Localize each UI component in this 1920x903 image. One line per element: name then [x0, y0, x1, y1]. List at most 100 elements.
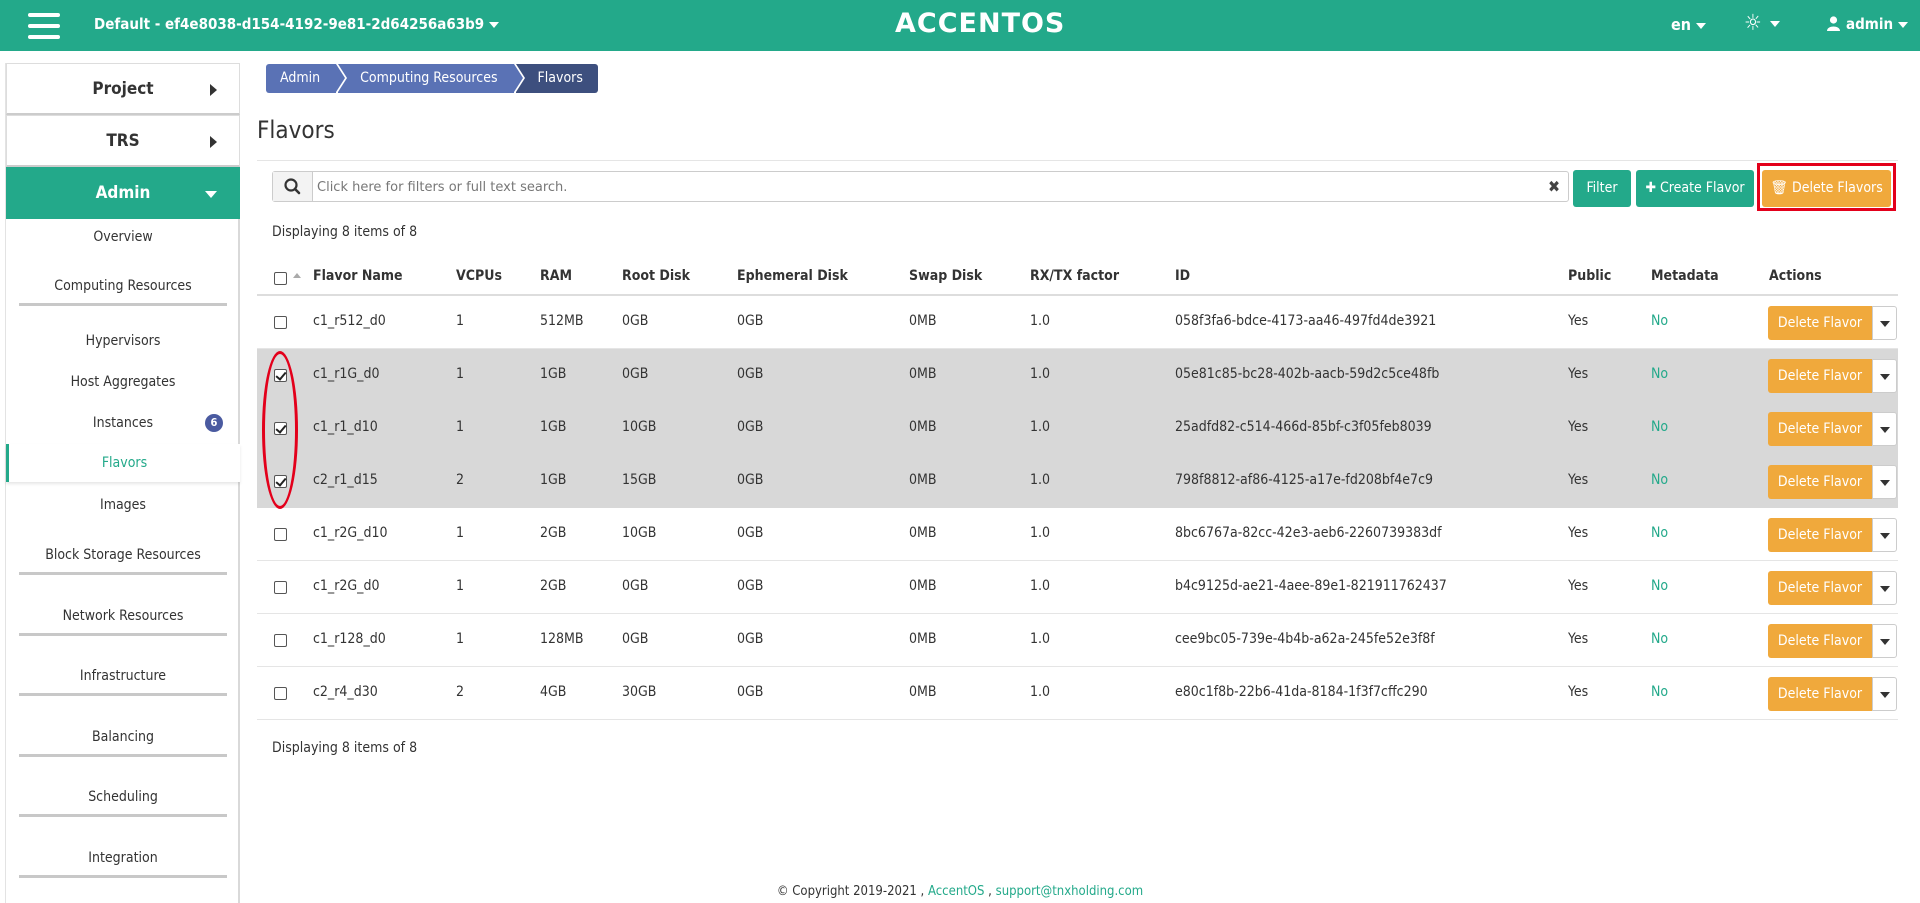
cell-rxtx-factor: 1.0: [1030, 472, 1051, 488]
sidebar-item-flavors[interactable]: Flavors: [6, 444, 240, 482]
sidebar-item-images[interactable]: Images: [6, 497, 240, 513]
cell-ram: 4GB: [540, 684, 567, 700]
brand-link[interactable]: AccentOS: [928, 884, 984, 899]
display-count-top: Displaying 8 items of 8: [272, 224, 418, 240]
cell-rxtx-factor: 1.0: [1030, 313, 1051, 329]
col-vcpus[interactable]: VCPUs: [456, 268, 502, 284]
cell-metadata[interactable]: No: [1651, 419, 1668, 435]
cell-vcpus: 1: [456, 366, 465, 382]
row-actions-dropdown-toggle[interactable]: [1872, 465, 1897, 499]
delete-flavor-button[interactable]: Delete Flavor: [1768, 359, 1872, 393]
row-actions-dropdown-toggle[interactable]: [1872, 677, 1897, 711]
table-row[interactable]: c1_r2G_d10 1 2GB 10GB 0GB 0MB 1.0 8bc6767a-82cc…: [257, 508, 1898, 561]
cell-flavor-name[interactable]: c1_r512_d0: [313, 313, 386, 329]
delete-flavor-button[interactable]: Delete Flavor: [1768, 624, 1872, 658]
search-icon[interactable]: [273, 172, 313, 201]
menu-icon[interactable]: [28, 13, 60, 39]
cell-metadata[interactable]: No: [1651, 684, 1668, 700]
support-email-link[interactable]: support@tnxholding.com: [996, 884, 1144, 899]
col-root-disk[interactable]: Root Disk: [622, 268, 690, 284]
cell-ephemeral-disk: 0GB: [737, 313, 764, 329]
cell-flavor-name[interactable]: c1_r1_d10: [313, 419, 378, 435]
col-ram[interactable]: RAM: [540, 268, 572, 284]
col-public[interactable]: Public: [1568, 268, 1611, 284]
sidebar-project[interactable]: Project: [6, 63, 240, 115]
sidebar-item-infrastructure[interactable]: Infrastructure: [19, 668, 227, 696]
cell-flavor-name[interactable]: c2_r1_d15: [313, 472, 378, 488]
row-actions-dropdown-toggle[interactable]: [1872, 518, 1897, 552]
filter-button[interactable]: Filter: [1573, 170, 1631, 207]
cell-metadata[interactable]: No: [1651, 578, 1668, 594]
table-row[interactable]: c1_r2G_d0 1 2GB 0GB 0GB 0MB 1.0 b4c9125d-ae21-4…: [257, 561, 1898, 614]
project-switcher[interactable]: Default - ef4e8038-d154-4192-9e81-2d6425…: [94, 15, 500, 33]
row-actions-dropdown-toggle[interactable]: [1872, 359, 1897, 393]
sidebar-trs[interactable]: TRS: [6, 115, 240, 167]
breadcrumb-computing-resources[interactable]: Computing Resources: [338, 64, 523, 93]
sidebar-project-label: Project: [92, 79, 154, 99]
sidebar-admin[interactable]: Admin: [6, 167, 240, 219]
language-switcher[interactable]: en: [1671, 15, 1707, 34]
search-input[interactable]: [317, 176, 1517, 198]
cell-ephemeral-disk: 0GB: [737, 684, 764, 700]
table-row[interactable]: c2_r4_d30 2 4GB 30GB 0GB 0MB 1.0 e80c1f8b-22b6-…: [257, 667, 1898, 720]
col-rxtx-factor[interactable]: RX/TX factor: [1030, 268, 1119, 284]
sidebar-item-instances[interactable]: Instances 6: [6, 414, 240, 432]
col-id[interactable]: ID: [1175, 268, 1190, 284]
delete-flavor-button[interactable]: Delete Flavor: [1768, 412, 1872, 446]
cell-flavor-name[interactable]: c1_r1G_d0: [313, 366, 380, 382]
row-checkbox[interactable]: [274, 687, 287, 700]
table-row[interactable]: c1_r1_d10 1 1GB 10GB 0GB 0MB 1.0 25adfd82-c514-…: [257, 402, 1898, 455]
sidebar-item-network-resources[interactable]: Network Resources: [19, 608, 227, 636]
col-flavor-name[interactable]: Flavor Name: [313, 268, 403, 284]
table-row[interactable]: c1_r128_d0 1 128MB 0GB 0GB 0MB 1.0 cee9bc05-739…: [257, 614, 1898, 667]
cell-vcpus: 1: [456, 313, 465, 329]
table-row[interactable]: c1_r512_d0 1 512MB 0GB 0GB 0MB 1.0 058f3fa6-bdc…: [257, 296, 1898, 349]
cell-flavor-name[interactable]: c2_r4_d30: [313, 684, 378, 700]
row-checkbox[interactable]: [274, 316, 287, 329]
col-ephemeral-disk[interactable]: Ephemeral Disk: [737, 268, 848, 284]
row-actions-dropdown-toggle[interactable]: [1872, 306, 1897, 340]
cell-metadata[interactable]: No: [1651, 472, 1668, 488]
sidebar-item-scheduling[interactable]: Scheduling: [19, 789, 227, 817]
row-actions-dropdown-toggle[interactable]: [1872, 412, 1897, 446]
delete-flavor-button[interactable]: Delete Flavor: [1768, 465, 1872, 499]
cell-flavor-name[interactable]: c1_r2G_d0: [313, 578, 380, 594]
table-row[interactable]: c1_r1G_d0 1 1GB 0GB 0GB 0MB 1.0 05e81c85-bc28-4…: [257, 349, 1898, 402]
sidebar-item-computing-resources[interactable]: Computing Resources: [19, 278, 227, 306]
col-swap-disk[interactable]: Swap Disk: [909, 268, 982, 284]
row-checkbox[interactable]: [274, 528, 287, 541]
cell-metadata[interactable]: No: [1651, 525, 1668, 541]
cell-flavor-name[interactable]: c1_r128_d0: [313, 631, 386, 647]
cell-ram: 1GB: [540, 366, 567, 382]
breadcrumb-admin[interactable]: Admin: [266, 64, 346, 93]
sidebar-item-balancing[interactable]: Balancing: [19, 729, 227, 757]
cell-metadata[interactable]: No: [1651, 366, 1668, 382]
cell-flavor-name[interactable]: c1_r2G_d10: [313, 525, 388, 541]
delete-flavor-button[interactable]: Delete Flavor: [1768, 518, 1872, 552]
delete-flavor-button[interactable]: Delete Flavor: [1768, 677, 1872, 711]
create-flavor-button[interactable]: ✚ Create Flavor: [1636, 170, 1754, 207]
settings-menu[interactable]: ☼: [1744, 11, 1780, 36]
cell-metadata[interactable]: No: [1651, 313, 1668, 329]
select-all-checkbox[interactable]: [274, 272, 287, 285]
clear-icon[interactable]: ✖: [1548, 177, 1560, 196]
cell-root-disk: 15GB: [622, 472, 657, 488]
row-actions-dropdown-toggle[interactable]: [1872, 624, 1897, 658]
cell-swap-disk: 0MB: [909, 631, 937, 647]
delete-flavor-button[interactable]: Delete Flavor: [1768, 306, 1872, 340]
row-actions-dropdown-toggle[interactable]: [1872, 571, 1897, 605]
cell-vcpus: 1: [456, 525, 465, 541]
table-row[interactable]: c2_r1_d15 2 1GB 15GB 0GB 0MB 1.0 798f8812-af86-…: [257, 455, 1898, 508]
chevron-right-icon: [210, 136, 217, 148]
cell-metadata[interactable]: No: [1651, 631, 1668, 647]
sidebar-item-hypervisors[interactable]: Hypervisors: [6, 333, 240, 349]
row-checkbox[interactable]: [274, 634, 287, 647]
sidebar-item-host-aggregates[interactable]: Host Aggregates: [6, 374, 240, 390]
sidebar-item-overview[interactable]: Overview: [6, 229, 240, 245]
sidebar-item-block-storage[interactable]: Block Storage Resources: [19, 547, 227, 575]
delete-flavor-button[interactable]: Delete Flavor: [1768, 571, 1872, 605]
sort-icon[interactable]: [293, 273, 301, 278]
row-checkbox[interactable]: [274, 581, 287, 594]
user-menu[interactable]: admin: [1827, 15, 1909, 33]
sidebar-item-integration[interactable]: Integration: [19, 850, 227, 878]
